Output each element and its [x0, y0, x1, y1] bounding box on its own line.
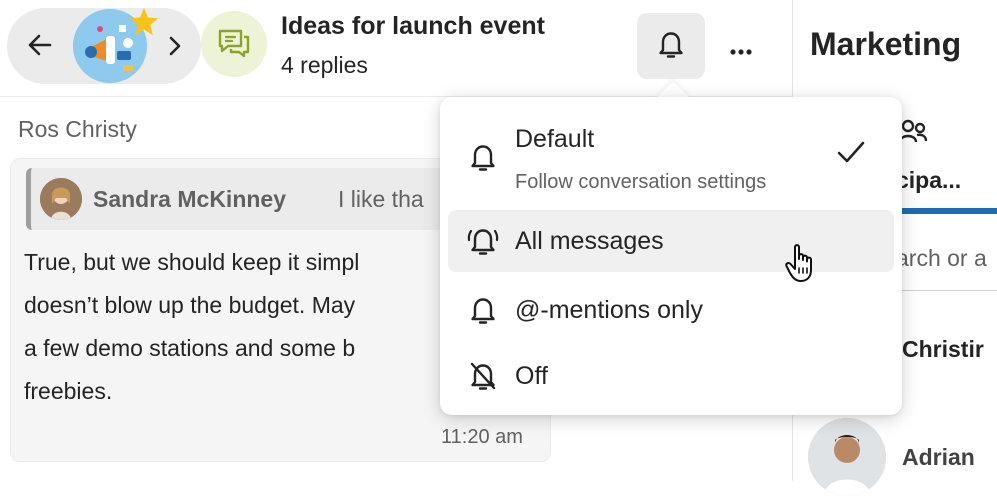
participant-name[interactable]: Christir — [902, 336, 984, 363]
chat-bubbles-icon — [217, 27, 251, 62]
message-text-line: a few demo stations and some b — [24, 335, 356, 361]
search-placeholder: arch or a — [896, 245, 987, 271]
quote-preview-text: I like tha — [338, 186, 424, 212]
message-text-line: freebies. — [24, 378, 113, 404]
hand-pointer-cursor-icon — [784, 242, 818, 284]
checkmark-icon — [834, 135, 868, 169]
menu-item-off[interactable]: Off — [448, 344, 894, 408]
favorite-star-icon — [128, 6, 160, 38]
chevron-right-icon — [164, 31, 186, 61]
bell-icon — [466, 293, 500, 327]
tab-participants[interactable]: cipa... — [896, 167, 961, 194]
more-horizontal-icon — [730, 31, 752, 62]
menu-item-default[interactable]: Default Follow conversation settings — [448, 109, 894, 205]
quote-author-name: Sandra McKinney — [93, 186, 286, 212]
bell-off-icon — [466, 359, 500, 393]
channel-title: Marketing — [810, 26, 962, 62]
bell-icon — [658, 29, 684, 64]
notification-bell-button[interactable] — [637, 13, 705, 79]
quote-author-avatar — [40, 178, 82, 220]
menu-item-label: Default — [515, 125, 595, 153]
menu-item-mentions-only[interactable]: @-mentions only — [448, 278, 894, 342]
thread-title: Ideas for launch event — [281, 12, 545, 40]
thread-reply-count: 4 replies — [281, 52, 368, 78]
participant-name[interactable]: Adrian — [902, 444, 975, 471]
bell-icon — [466, 140, 500, 174]
message-sender-name: Ros Christy — [18, 116, 137, 142]
participant-avatar[interactable] — [808, 418, 886, 496]
message-text-line: True, but we should keep it simpl — [24, 249, 360, 275]
menu-item-description: Follow conversation settings — [515, 171, 767, 193]
menu-item-all-messages[interactable]: All messages — [448, 210, 894, 272]
thread-avatar — [201, 11, 267, 77]
message-text-line: doesn’t blow up the budget. May — [24, 292, 356, 318]
bell-ring-icon — [466, 224, 500, 258]
back-arrow-icon[interactable] — [22, 28, 56, 62]
more-options-button[interactable] — [712, 24, 770, 68]
message-timestamp: 11:20 am — [441, 426, 523, 448]
menu-item-label: Off — [515, 362, 548, 390]
notification-menu: Default Follow conversation settings All… — [440, 97, 902, 415]
people-icon — [898, 118, 928, 146]
menu-item-label: All messages — [515, 227, 664, 255]
menu-item-label: @-mentions only — [515, 296, 703, 324]
